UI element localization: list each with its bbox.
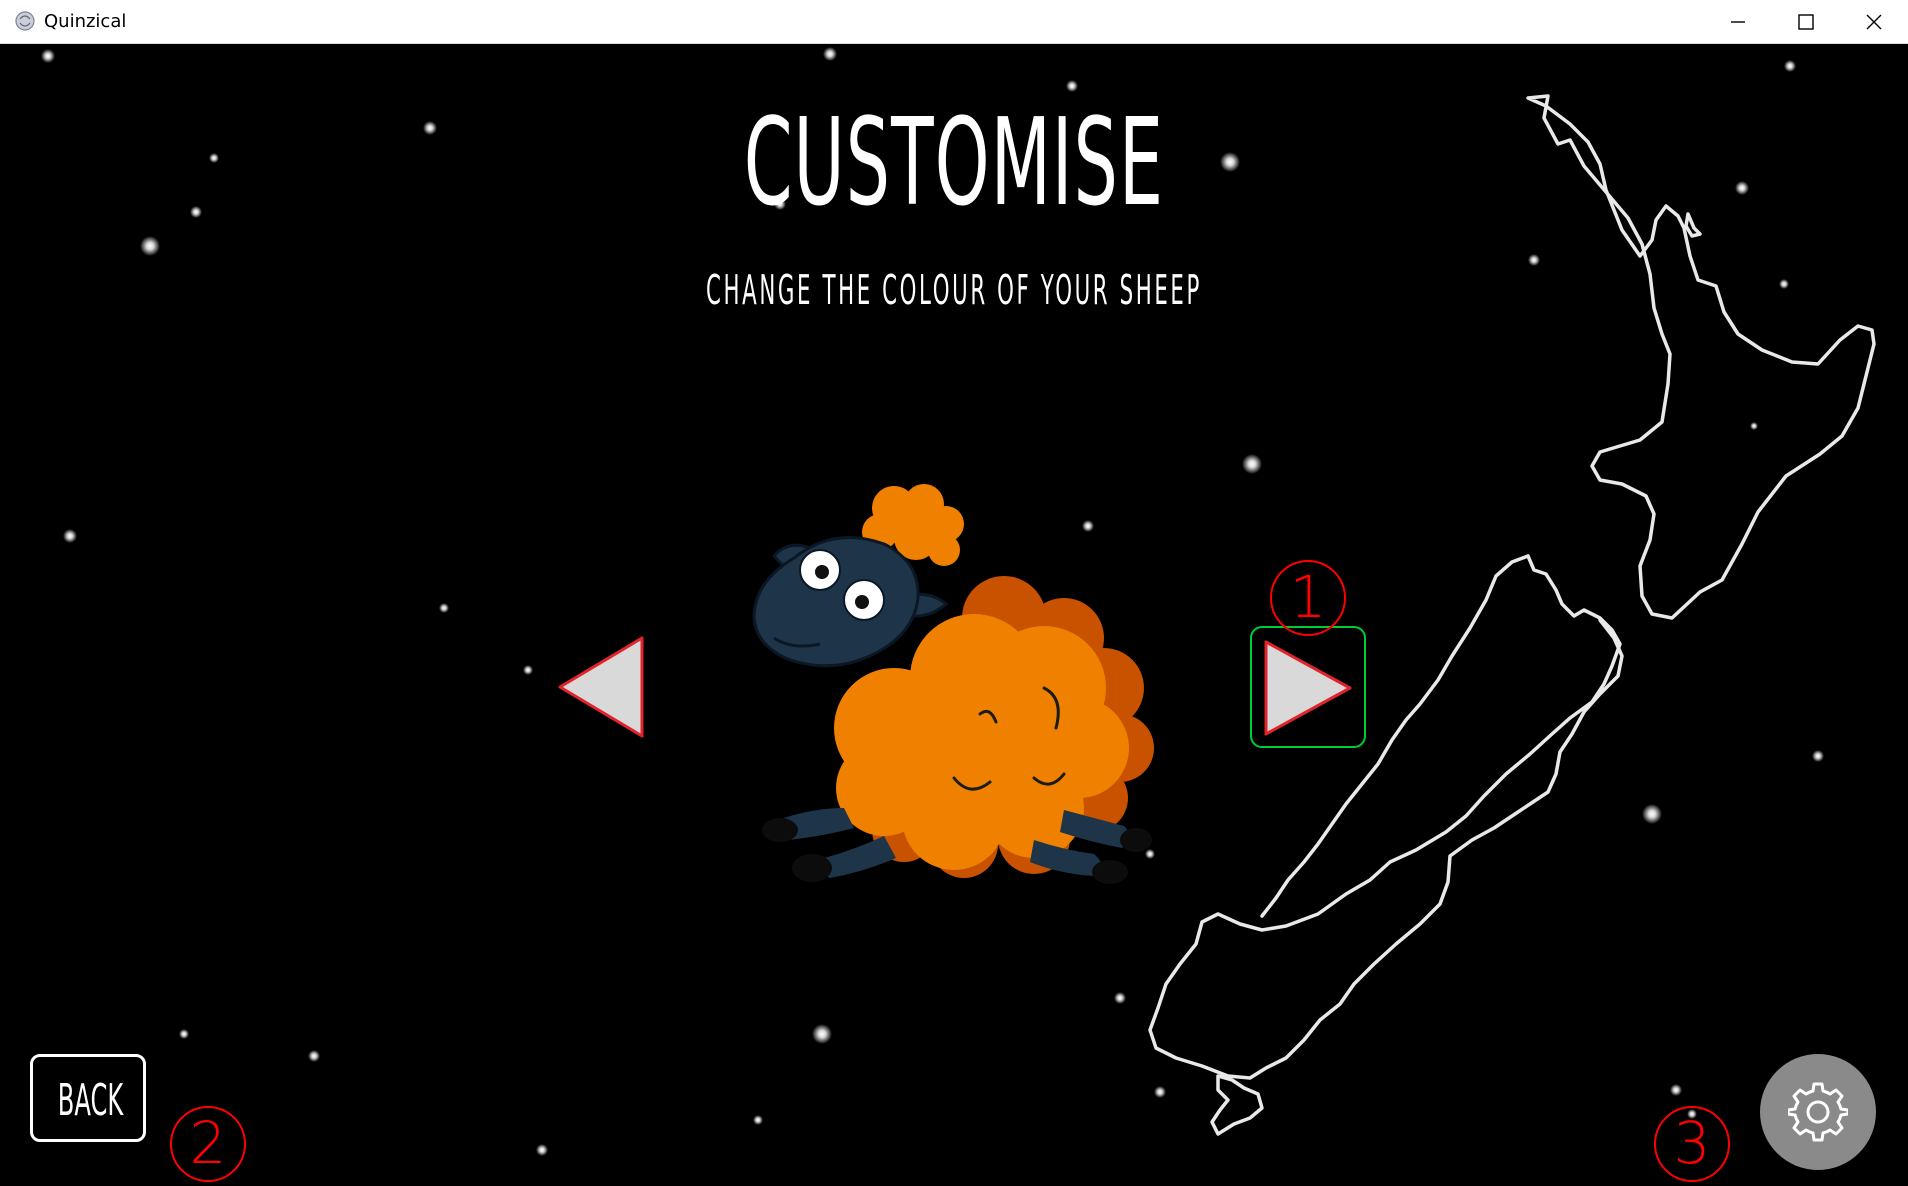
screen-subtitle: CHANGE THE COLOUR OF YOUR SHEEP xyxy=(706,266,1202,314)
left-triangle-icon xyxy=(558,636,644,738)
annotation-marker-3: 3 xyxy=(1654,1106,1730,1182)
close-button[interactable] xyxy=(1840,0,1908,43)
settings-button[interactable] xyxy=(1760,1054,1876,1170)
window-title: Quinzical xyxy=(44,11,127,32)
back-button[interactable]: BACK xyxy=(30,1054,146,1142)
minimize-button[interactable] xyxy=(1704,0,1772,43)
close-icon xyxy=(1866,14,1882,30)
next-colour-button[interactable] xyxy=(1250,626,1366,748)
app-window: Quinzical CUSTOMISE CHANGE THE COLOUR OF… xyxy=(0,0,1908,1186)
maximize-icon xyxy=(1798,14,1814,30)
annotation-marker-2: 2 xyxy=(170,1106,246,1182)
annotation-marker-1: 1 xyxy=(1270,560,1346,636)
title-bar: Quinzical xyxy=(0,0,1908,44)
gear-icon xyxy=(1788,1082,1848,1142)
sheep-character xyxy=(752,484,1154,884)
app-icon xyxy=(15,11,35,31)
customise-screen: CUSTOMISE CHANGE THE COLOUR OF YOUR SHEE… xyxy=(0,44,1908,1186)
maximize-button[interactable] xyxy=(1772,0,1840,43)
minimize-icon xyxy=(1731,21,1745,23)
previous-colour-button[interactable] xyxy=(556,632,646,742)
screen-title: CUSTOMISE xyxy=(743,94,1165,233)
back-button-label: BACK xyxy=(57,1075,124,1126)
right-triangle-icon xyxy=(1264,640,1352,736)
